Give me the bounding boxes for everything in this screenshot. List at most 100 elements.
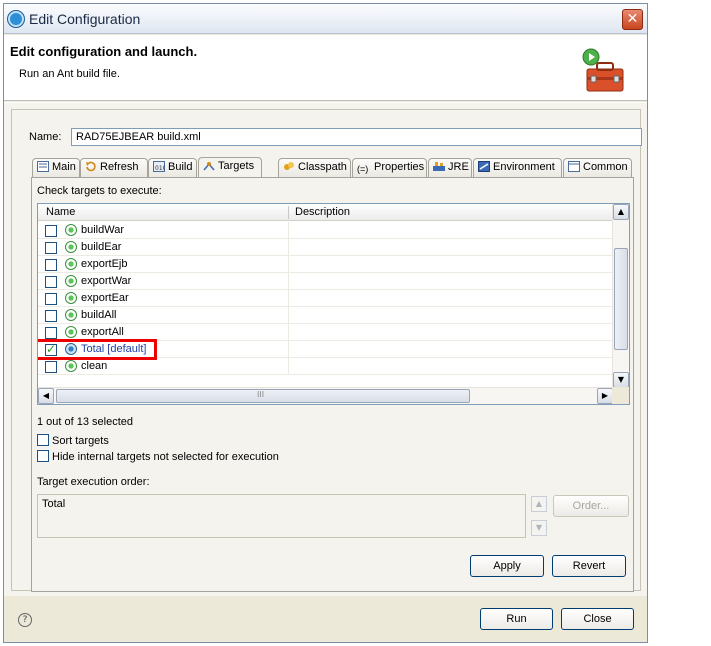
apply-button[interactable]: Apply: [470, 555, 544, 577]
vertical-scrollbar[interactable]: ▲ ▼: [612, 204, 629, 388]
main-tab-icon: [37, 161, 49, 172]
tab-properties[interactable]: (=) Properties: [352, 158, 427, 177]
target-checkbox[interactable]: [45, 276, 57, 288]
tab-build[interactable]: 010 Build: [148, 158, 197, 177]
tab-refresh-label: Refresh: [100, 161, 139, 173]
target-checkbox[interactable]: [45, 293, 57, 305]
ant-target-icon: [65, 241, 77, 253]
table-row[interactable]: buildWar: [38, 222, 613, 239]
target-checkbox[interactable]: [45, 327, 57, 339]
column-separator[interactable]: [288, 206, 289, 219]
scroll-grip: III: [257, 390, 265, 399]
column-description-header[interactable]: Description: [295, 206, 350, 218]
column-divider: [288, 307, 289, 324]
dialog-header: Edit configuration and launch. Run an An…: [4, 35, 647, 101]
build-icon: 010: [153, 161, 165, 172]
properties-icon: (=): [357, 164, 369, 174]
horizontal-scrollbar[interactable]: ◀ III ▶: [38, 387, 613, 404]
horizontal-scroll-thumb[interactable]: III: [56, 389, 470, 403]
ant-target-icon: [65, 326, 77, 338]
move-up-button[interactable]: ▲: [531, 496, 547, 512]
execution-order-label: Target execution order:: [37, 476, 150, 488]
header-title: Edit configuration and launch.: [10, 44, 198, 59]
table-row[interactable]: clean: [38, 358, 613, 375]
order-button[interactable]: Order...: [553, 495, 629, 517]
help-icon[interactable]: ?: [18, 613, 32, 627]
scroll-right-arrow-icon[interactable]: ▶: [597, 388, 613, 404]
ant-target-icon: [65, 360, 77, 372]
target-name: exportEar: [81, 292, 129, 304]
edit-configuration-dialog: Edit Configuration ✕ Edit configuration …: [3, 3, 648, 643]
revert-button[interactable]: Revert: [552, 555, 626, 577]
column-divider: [288, 358, 289, 375]
common-icon: [568, 161, 580, 172]
scroll-up-arrow-icon[interactable]: ▲: [613, 204, 629, 220]
dialog-footer: ? Run Close: [4, 596, 647, 642]
targets-table: Name Description buildWar buildEar expor…: [37, 203, 630, 405]
target-name: Total [default]: [81, 343, 147, 355]
target-name: exportAll: [81, 326, 124, 338]
hide-internal-label: Hide internal targets not selected for e…: [52, 451, 279, 463]
environment-icon: [478, 161, 490, 172]
default-target-icon: [65, 343, 77, 355]
check-targets-label: Check targets to execute:: [37, 185, 162, 197]
header-subtitle: Run an Ant build file.: [19, 68, 120, 80]
scroll-left-arrow-icon[interactable]: ◀: [38, 388, 54, 404]
ant-target-icon: [65, 292, 77, 304]
target-name: exportEjb: [81, 258, 128, 270]
target-checkbox[interactable]: [45, 342, 57, 356]
selected-count: 1 out of 13 selected: [37, 416, 134, 428]
target-checkbox[interactable]: [45, 310, 57, 322]
column-divider: [288, 273, 289, 290]
table-row[interactable]: buildEar: [38, 239, 613, 256]
scroll-corner: [612, 387, 629, 404]
title-bar[interactable]: Edit Configuration ✕: [4, 4, 647, 34]
tab-build-label: Build: [168, 161, 193, 173]
target-checkbox[interactable]: [45, 361, 57, 373]
tab-properties-label: Properties: [374, 161, 425, 173]
jre-icon: [433, 162, 445, 171]
table-row[interactable]: exportEjb: [38, 256, 613, 273]
tab-main[interactable]: Main: [32, 158, 80, 177]
tab-refresh[interactable]: Refresh: [80, 158, 148, 177]
tab-common[interactable]: Common: [563, 158, 632, 177]
targets-rows: buildWar buildEar exportEjb exportWar ex…: [38, 222, 613, 375]
execution-order-box: Total: [37, 494, 526, 538]
tab-targets-label: Targets: [218, 160, 255, 172]
ant-target-icon: [65, 224, 77, 236]
column-name-header[interactable]: Name: [46, 206, 75, 218]
sort-targets-option[interactable]: Sort targets: [37, 434, 109, 447]
content-area: Name: RAD75EJBEAR build.xml Main Refresh…: [4, 102, 647, 596]
run-button[interactable]: Run: [480, 608, 553, 630]
hide-internal-checkbox[interactable]: [37, 450, 49, 462]
table-row[interactable]: buildAll: [38, 307, 613, 324]
target-checkbox[interactable]: [45, 259, 57, 271]
table-row[interactable]: Total [default]: [38, 339, 613, 360]
sort-targets-checkbox[interactable]: [37, 434, 49, 446]
tab-classpath[interactable]: Classpath: [278, 158, 351, 177]
tab-targets[interactable]: Targets: [198, 157, 262, 178]
move-down-button[interactable]: ▼: [531, 520, 547, 536]
tab-jre-label: JRE: [448, 161, 469, 173]
target-name: buildWar: [81, 224, 124, 236]
ant-target-icon: [65, 258, 77, 270]
classpath-icon: [284, 162, 294, 170]
close-button[interactable]: Close: [561, 608, 634, 630]
column-divider: [288, 222, 289, 239]
target-checkbox[interactable]: [45, 225, 57, 237]
table-row[interactable]: exportEar: [38, 290, 613, 307]
close-window-button[interactable]: ✕: [622, 9, 643, 30]
target-name: clean: [81, 360, 108, 372]
tab-jre[interactable]: JRE: [428, 158, 472, 177]
app-icon: [8, 11, 24, 27]
hide-internal-option[interactable]: Hide internal targets not selected for e…: [37, 450, 279, 463]
scroll-down-arrow-icon[interactable]: ▼: [613, 372, 629, 388]
targets-tab-panel: Check targets to execute: Name Descripti…: [31, 177, 634, 592]
table-header: Name Description: [38, 204, 613, 221]
vertical-scroll-thumb[interactable]: [614, 248, 628, 350]
name-field[interactable]: RAD75EJBEAR build.xml: [71, 128, 642, 146]
column-divider: [288, 239, 289, 256]
target-checkbox[interactable]: [45, 242, 57, 254]
tab-environment[interactable]: Environment: [473, 158, 562, 177]
table-row[interactable]: exportWar: [38, 273, 613, 290]
